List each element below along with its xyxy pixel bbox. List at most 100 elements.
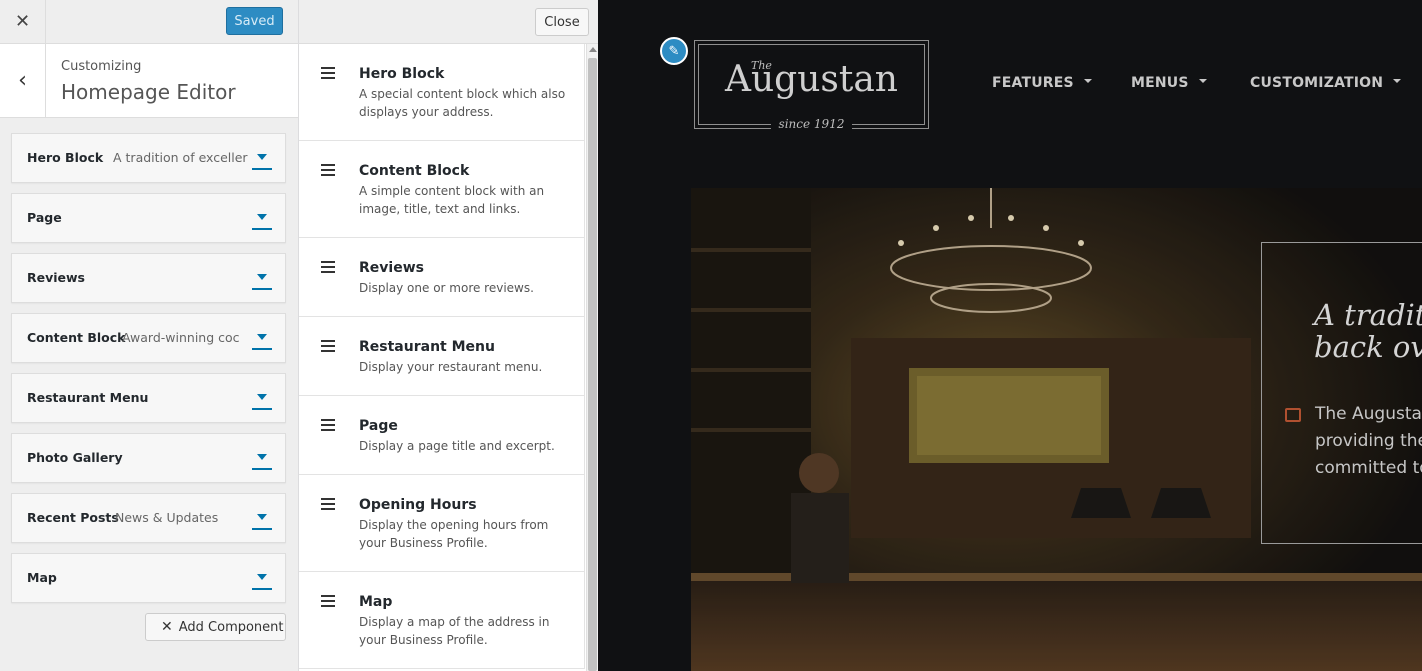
hero-section: A traditi back ove The Augusta providing… bbox=[691, 188, 1422, 671]
nav-item-menus[interactable]: MENUS bbox=[1131, 75, 1207, 91]
component-subtitle: A tradition of exceller bbox=[113, 150, 248, 165]
logo-name-text: Augustan bbox=[724, 59, 898, 100]
picker-item-content-block[interactable]: Content Block A simple content block wit… bbox=[299, 141, 585, 238]
pencil-icon: ✎ bbox=[668, 43, 680, 59]
picker-item-opening-hours[interactable]: Opening Hours Display the opening hours … bbox=[299, 475, 585, 572]
hero-text-box: A traditi back ove The Augusta providing… bbox=[1261, 242, 1422, 544]
component-title: Content Block bbox=[27, 330, 126, 345]
hero-text: The Augusta providing the committed to bbox=[1315, 404, 1422, 478]
drag-handle-icon bbox=[321, 419, 335, 434]
picker-item-title: Restaurant Menu bbox=[359, 339, 495, 355]
picker-item-reviews[interactable]: Reviews Display one or more reviews. bbox=[299, 238, 585, 317]
drag-handle-icon bbox=[321, 164, 335, 179]
expand-toggle[interactable] bbox=[252, 386, 272, 410]
expand-toggle[interactable] bbox=[252, 146, 272, 170]
component-title: Map bbox=[27, 570, 57, 585]
component-title: Recent Posts bbox=[27, 510, 119, 525]
picker-item-description: A special content block which also displ… bbox=[359, 87, 566, 119]
scrollbar-thumb[interactable] bbox=[588, 58, 597, 671]
scrollbar[interactable] bbox=[586, 44, 598, 671]
picker-item-description: Display a map of the address in your Bus… bbox=[359, 615, 550, 647]
chevron-down-icon bbox=[257, 154, 267, 160]
chevron-down-icon bbox=[257, 274, 267, 280]
add-component-label: Add Component bbox=[178, 619, 284, 635]
component-restaurant-menu[interactable]: Restaurant Menu bbox=[11, 373, 286, 423]
expand-toggle[interactable] bbox=[252, 266, 272, 290]
logo-since-text: since 1912 bbox=[695, 117, 928, 131]
picker-item-hero-block[interactable]: Hero Block A special content block which… bbox=[299, 44, 585, 141]
component-title: Restaurant Menu bbox=[27, 390, 149, 405]
chevron-down-icon bbox=[257, 454, 267, 460]
picker-item-description: A simple content block with an image, ti… bbox=[359, 184, 545, 216]
component-photo-gallery[interactable]: Photo Gallery bbox=[11, 433, 286, 483]
site-preview: ✎ The Augustan since 1912 FEATURES MENUS… bbox=[598, 0, 1422, 671]
close-customizer-button[interactable]: ✕ bbox=[0, 0, 46, 43]
drag-handle-icon bbox=[321, 595, 335, 610]
component-reviews[interactable]: Reviews bbox=[11, 253, 286, 303]
caret-down-icon bbox=[1393, 79, 1402, 83]
component-hero-block[interactable]: Hero Block A tradition of exceller bbox=[11, 133, 286, 183]
expand-toggle[interactable] bbox=[252, 566, 272, 590]
close-icon: ✕ bbox=[161, 619, 173, 635]
saved-button[interactable]: Saved bbox=[226, 7, 283, 35]
picker-item-title: Opening Hours bbox=[359, 497, 477, 513]
customizing-label: Customizing bbox=[61, 59, 142, 74]
hero-heading: A traditi back ove bbox=[1314, 298, 1422, 364]
picker-item-title: Hero Block bbox=[359, 66, 445, 82]
component-list: Hero Block A special content block which… bbox=[299, 44, 585, 671]
customizer-panel: ✕ Saved ‹ Customizing Homepage Editor He… bbox=[0, 0, 299, 671]
picker-header: Close bbox=[299, 0, 598, 44]
nav-item-features[interactable]: FEATURES bbox=[992, 75, 1092, 91]
expand-toggle[interactable] bbox=[252, 506, 272, 530]
scroll-up-arrow-icon[interactable] bbox=[589, 47, 597, 52]
picker-item-page[interactable]: Page Display a page title and excerpt. bbox=[299, 396, 585, 475]
component-map[interactable]: Map bbox=[11, 553, 286, 603]
edit-shortcut-button[interactable]: ✎ bbox=[660, 37, 688, 65]
component-title: Hero Block bbox=[27, 150, 104, 165]
customizer-header: ✕ Saved bbox=[0, 0, 298, 44]
chevron-down-icon bbox=[257, 334, 267, 340]
picker-item-description: Display a page title and excerpt. bbox=[359, 439, 555, 453]
component-content-block[interactable]: Content Block Award-winning coc bbox=[11, 313, 286, 363]
chevron-left-icon: ‹ bbox=[18, 68, 27, 93]
chevron-down-icon bbox=[257, 514, 267, 520]
picker-item-description: Display one or more reviews. bbox=[359, 281, 534, 295]
component-picker-panel: Close Hero Block A special content block… bbox=[299, 0, 598, 671]
site-logo[interactable]: The Augustan since 1912 bbox=[694, 40, 929, 131]
drag-handle-icon bbox=[321, 340, 335, 355]
expand-toggle[interactable] bbox=[252, 206, 272, 230]
component-subtitle: Award-winning coc bbox=[122, 330, 240, 345]
chevron-down-icon bbox=[257, 214, 267, 220]
component-title: Photo Gallery bbox=[27, 450, 123, 465]
close-button[interactable]: Close bbox=[535, 8, 589, 36]
page-title: Homepage Editor bbox=[61, 80, 236, 104]
picker-item-restaurant-menu[interactable]: Restaurant Menu Display your restaurant … bbox=[299, 317, 585, 396]
back-button[interactable]: ‹ bbox=[0, 44, 46, 117]
picker-item-description: Display the opening hours from your Busi… bbox=[359, 518, 549, 550]
picker-item-title: Page bbox=[359, 418, 398, 434]
expand-toggle[interactable] bbox=[252, 326, 272, 350]
chevron-down-icon bbox=[257, 574, 267, 580]
map-marker-icon bbox=[1285, 408, 1301, 422]
picker-item-map[interactable]: Map Display a map of the address in your… bbox=[299, 572, 585, 669]
close-icon: ✕ bbox=[14, 11, 31, 32]
chevron-down-icon bbox=[257, 394, 267, 400]
caret-down-icon bbox=[1083, 79, 1092, 83]
picker-item-title: Reviews bbox=[359, 260, 424, 276]
component-title: Page bbox=[27, 210, 62, 225]
drag-handle-icon bbox=[321, 498, 335, 513]
add-component-button[interactable]: ✕ Add Component bbox=[145, 613, 286, 641]
component-title: Reviews bbox=[27, 270, 86, 285]
caret-down-icon bbox=[1198, 79, 1207, 83]
drag-handle-icon bbox=[321, 67, 335, 82]
drag-handle-icon bbox=[321, 261, 335, 276]
expand-toggle[interactable] bbox=[252, 446, 272, 470]
picker-item-description: Display your restaurant menu. bbox=[359, 360, 543, 374]
component-subtitle: News & Updates bbox=[115, 510, 219, 525]
customizer-title-section: ‹ Customizing Homepage Editor bbox=[0, 44, 298, 118]
component-recent-posts[interactable]: Recent Posts News & Updates bbox=[11, 493, 286, 543]
component-page[interactable]: Page bbox=[11, 193, 286, 243]
picker-item-title: Map bbox=[359, 594, 393, 610]
nav-item-customization[interactable]: CUSTOMIZATION bbox=[1250, 75, 1402, 91]
picker-item-title: Content Block bbox=[359, 163, 470, 179]
